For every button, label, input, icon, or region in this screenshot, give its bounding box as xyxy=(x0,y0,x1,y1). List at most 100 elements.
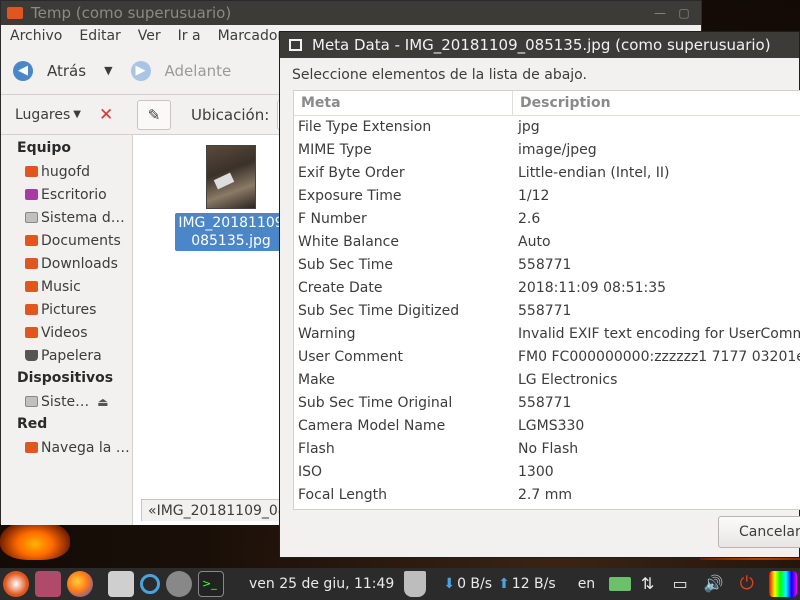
search-icon[interactable] xyxy=(140,574,160,594)
sidebar-item-pictures[interactable]: Pictures xyxy=(1,298,132,321)
table-body: File Type Extension jpg MIME Type image/jpe… xyxy=(294,116,800,507)
table-row[interactable]: Create Date 2018:11:09 08:51:35 xyxy=(294,277,800,300)
sidebar-item-music[interactable]: Music xyxy=(1,275,132,298)
forward-button[interactable]: ▶ Adelante xyxy=(130,60,232,81)
meta-cell: File Type Extension xyxy=(298,119,432,135)
table-row[interactable]: Make LG Electronics xyxy=(294,369,800,392)
sidebar-item-sistema[interactable]: Sistema d… xyxy=(1,206,132,229)
description-cell: 558771 xyxy=(518,303,572,319)
window-title: Temp (como superusuario) xyxy=(31,4,232,22)
table-row[interactable]: Sub Sec Time 558771 xyxy=(294,254,800,277)
sidebar-item-network[interactable]: Navega la … xyxy=(1,436,132,459)
close-sidebar-icon[interactable]: ✕ xyxy=(99,105,113,125)
table-row[interactable]: Exposure Time 1/12 xyxy=(294,185,800,208)
terminal-icon[interactable]: >_ xyxy=(198,571,224,597)
places-label: Lugares xyxy=(15,106,71,123)
volume-icon[interactable]: 🔊 xyxy=(703,575,723,593)
gear-icon[interactable] xyxy=(166,571,192,597)
column-header-meta[interactable]: Meta xyxy=(294,91,513,115)
table-row[interactable]: Warning Invalid EXIF text encoding for Us… xyxy=(294,323,800,346)
file-name: IMG_20181109 085135.jpg xyxy=(175,213,287,251)
pencil-icon: ✎ xyxy=(147,105,161,124)
meta-cell: Exif Byte Order xyxy=(298,165,405,181)
description-cell: Little-endian (Intel, II) xyxy=(518,165,670,181)
description-cell: 558771 xyxy=(518,395,572,411)
sidebar-item-device[interactable]: Siste… ⏏ xyxy=(1,390,132,413)
table-row[interactable]: Exif Byte Order Little-endian (Intel, II) xyxy=(294,162,800,185)
file-item[interactable]: IMG_20181109 085135.jpg xyxy=(175,145,287,251)
keyboard-language[interactable]: en xyxy=(578,576,596,592)
menu-editar[interactable]: Editar xyxy=(79,28,120,44)
eject-icon[interactable]: ⏏ xyxy=(97,395,108,409)
folder-icon xyxy=(25,327,38,338)
table-row[interactable]: White Balance Auto xyxy=(294,231,800,254)
menu-ver[interactable]: Ver xyxy=(138,28,161,44)
description-cell: 1300 xyxy=(518,464,554,480)
firefox-icon[interactable] xyxy=(67,571,93,597)
table-row[interactable]: Focal Length 2.7 mm xyxy=(294,484,800,507)
download-rate: 0 B/s xyxy=(457,576,493,592)
sidebar-item-documents[interactable]: Documents xyxy=(1,229,132,252)
taskbar: >_ ven 25 de giu, 11:49 ⬇ 0 B/s ⬆ 12 B/s… xyxy=(0,568,800,600)
table-row[interactable]: Flash No Flash xyxy=(294,438,800,461)
menu-archivo[interactable]: Archivo xyxy=(10,28,62,44)
power-icon[interactable]: ⏻ xyxy=(737,575,756,593)
meta-cell: White Balance xyxy=(298,234,399,250)
chevron-down-icon[interactable]: ▼ xyxy=(104,64,112,77)
network-arrows-icon[interactable]: ⇅ xyxy=(638,575,657,593)
menu-ir-a[interactable]: Ir a xyxy=(178,28,201,44)
upload-icon: ⬆ xyxy=(498,576,510,592)
minimize-icon[interactable]: — xyxy=(653,6,667,20)
description-cell: No Flash xyxy=(518,441,579,457)
dialog-prompt: Seleccione elementos de la lista de abaj… xyxy=(292,67,587,83)
sidebar-heading-red: Red xyxy=(17,416,48,432)
image-thumbnail xyxy=(206,145,256,209)
trash-icon[interactable] xyxy=(404,571,427,597)
home-folder-icon xyxy=(25,166,38,177)
table-row[interactable]: File Type Extension jpg xyxy=(294,116,800,139)
table-row[interactable]: Camera Model Name LGMS330 xyxy=(294,415,800,438)
table-row[interactable]: User Comment FM0 FC000000000:zzzzzz1 717… xyxy=(294,346,800,369)
clock[interactable]: ven 25 de giu, 11:49 xyxy=(249,576,394,592)
sidebar-item-downloads[interactable]: Downloads xyxy=(1,252,132,275)
maximize-icon[interactable]: ▢ xyxy=(677,6,691,20)
meta-cell: Camera Model Name xyxy=(298,418,446,434)
app-launcher-icon[interactable] xyxy=(35,571,61,597)
meta-cell: ISO xyxy=(298,464,323,480)
keyboard-icon[interactable] xyxy=(609,577,632,591)
sidebar-item-hugofd[interactable]: hugofd xyxy=(1,160,132,183)
sidebar-heading-dispositivos: Dispositivos xyxy=(17,370,114,386)
description-cell: LGMS330 xyxy=(518,418,585,434)
table-row[interactable]: ISO 1300 xyxy=(294,461,800,484)
edit-location-button[interactable]: ✎ xyxy=(137,99,171,130)
upload-rate: 12 B/s xyxy=(511,576,556,592)
color-picker-icon[interactable] xyxy=(769,571,797,597)
sidebar-item-escritorio[interactable]: Escritorio xyxy=(1,183,132,206)
back-button[interactable]: ◀ Atrás ▼ xyxy=(13,60,113,81)
dialog-titlebar[interactable]: Meta Data - IMG_20181109_085135.jpg (com… xyxy=(280,32,799,58)
table-row[interactable]: MIME Type image/jpeg xyxy=(294,139,800,162)
file-manager-titlebar[interactable]: Temp (como superusuario) — ▢ xyxy=(1,1,701,25)
network-folder-icon xyxy=(25,442,38,453)
meta-cell: Sub Sec Time xyxy=(298,257,394,273)
meta-cell: Flash xyxy=(298,441,335,457)
forward-label: Adelante xyxy=(164,61,232,80)
description-cell: 2018:11:09 08:51:35 xyxy=(518,280,667,296)
sidebar-item-papelera[interactable]: Papelera xyxy=(1,344,132,367)
metadata-table[interactable]: Meta Description File Type Extension jpg M… xyxy=(293,90,800,510)
desktop-folder-icon xyxy=(25,189,38,200)
description-cell: 2.7 mm xyxy=(518,487,572,503)
table-row[interactable]: F Number 2.6 xyxy=(294,208,800,231)
battery-icon[interactable]: ▭ xyxy=(671,575,690,593)
cancel-button[interactable]: Cancelar xyxy=(718,516,800,548)
column-header-description[interactable]: Description xyxy=(513,91,800,115)
table-row[interactable]: Sub Sec Time Original 558771 xyxy=(294,392,800,415)
table-row[interactable]: Sub Sec Time Digitized 558771 xyxy=(294,300,800,323)
app-menu-icon[interactable] xyxy=(3,571,29,597)
file-cabinet-icon[interactable] xyxy=(108,571,134,597)
meta-cell: Create Date xyxy=(298,280,383,296)
places-selector[interactable]: Lugares ▼ ✕ xyxy=(1,105,133,125)
sidebar-item-videos[interactable]: Videos xyxy=(1,321,132,344)
drive-icon xyxy=(25,212,38,223)
description-cell: Auto xyxy=(518,234,551,250)
